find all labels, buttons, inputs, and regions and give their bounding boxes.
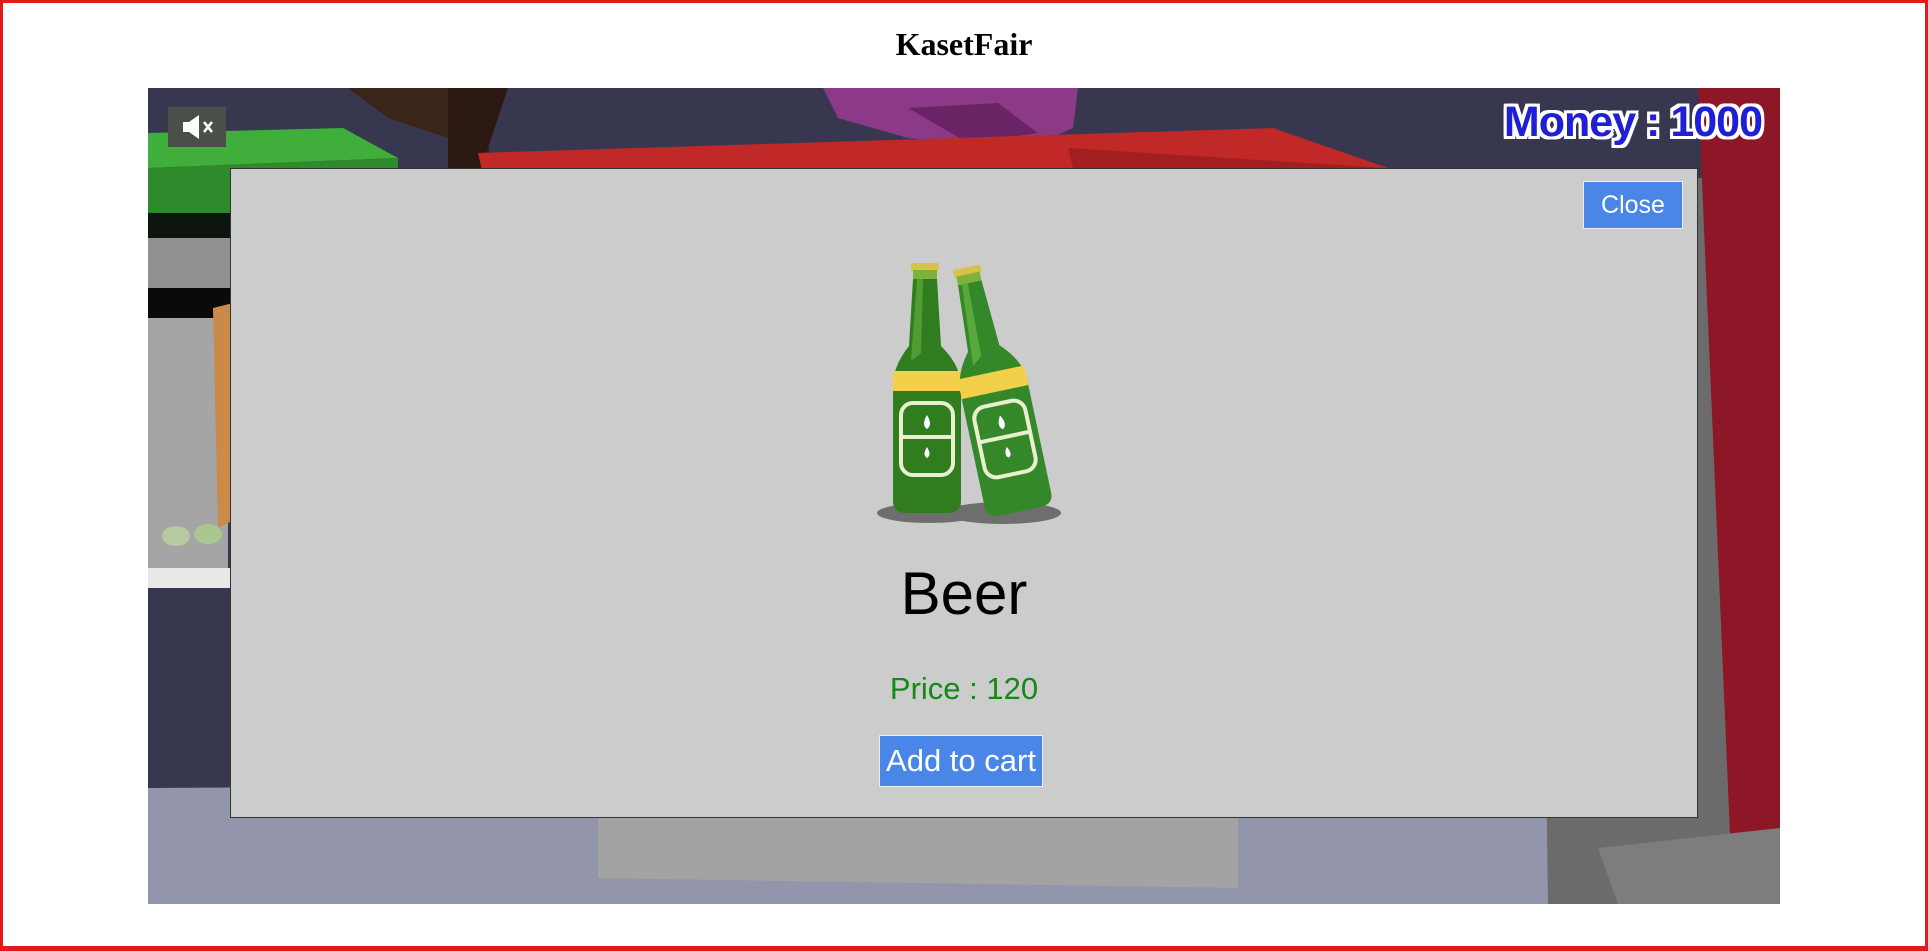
price-label: Price : xyxy=(889,671,987,706)
add-to-cart-button[interactable]: Add to cart xyxy=(879,735,1043,787)
close-button[interactable]: Close xyxy=(1583,181,1683,229)
money-label: Money xyxy=(1503,98,1636,146)
page-title: KasetFair xyxy=(895,26,1033,62)
game-canvas[interactable]: Money : 1000 Close Beer Price: 120 Add … xyxy=(148,88,1780,904)
left-bottle xyxy=(893,263,961,513)
product-name: Beer xyxy=(900,560,1028,627)
money-value: 1000 xyxy=(1670,98,1763,146)
product-modal: Close Beer Price: 120 Add to cart xyxy=(230,168,1698,818)
speaker-muted-icon xyxy=(183,115,214,139)
beer-bottles-icon xyxy=(877,263,1061,524)
money-separator: : xyxy=(1635,98,1671,146)
product-price: Price : 120 xyxy=(231,671,1697,707)
mute-button[interactable] xyxy=(168,107,226,147)
price-value: 120 xyxy=(986,671,1039,706)
money-display: Money : 1000 xyxy=(1503,98,1763,147)
